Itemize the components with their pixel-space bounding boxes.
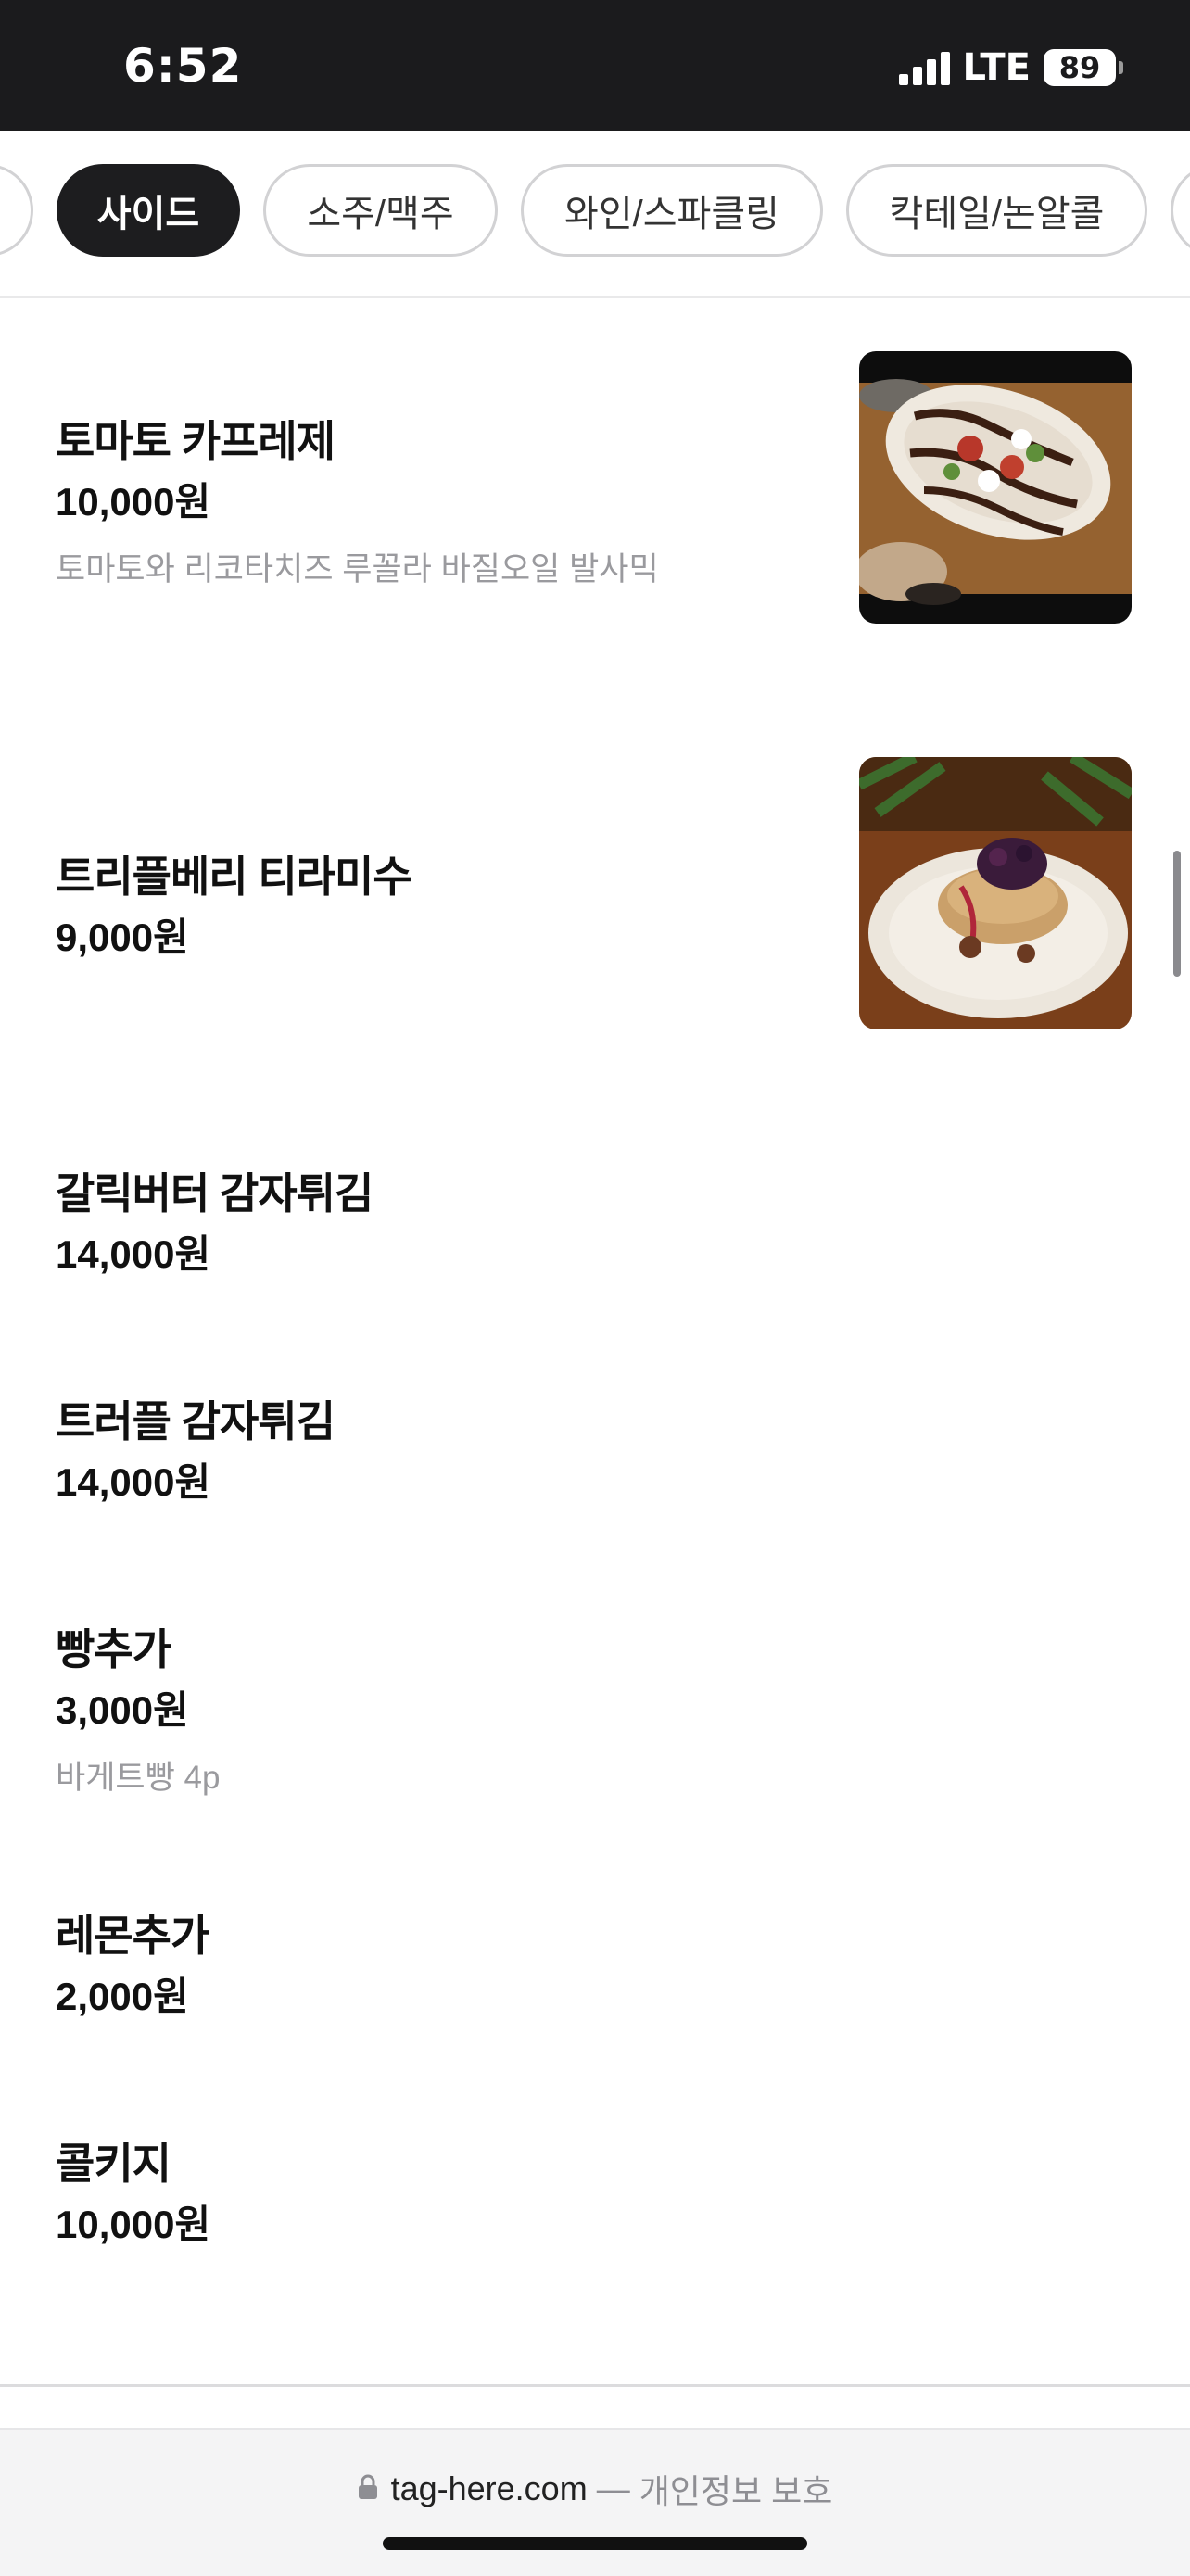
privacy-link[interactable]: 개인정보 보호 [639, 2465, 833, 2513]
item-name: 레몬추가 [56, 1912, 209, 1960]
cellular-signal-icon [898, 50, 950, 85]
lock-icon [358, 2469, 378, 2508]
tab-next[interactable] [1171, 164, 1190, 257]
bottom-divider [0, 2384, 1190, 2387]
tab-cocktail-nonalcohol[interactable]: 칵테일/논알콜 [846, 164, 1147, 257]
status-indicators: LTE 89 [898, 46, 1123, 89]
tab-side[interactable]: 사이드 [57, 164, 240, 257]
status-time: 6:52 [123, 39, 243, 93]
tab-label: 소주/맥주 [307, 194, 454, 234]
item-name: 토마토 카프레제 [56, 417, 335, 465]
battery-level: 89 [1058, 50, 1101, 85]
menu-item-extra-bread[interactable]: 빵추가 3,000원 바게트빵 4p [56, 1616, 1134, 1796]
menu-item-garlic-butter-fries[interactable]: 갈릭버터 감자튀김 14,000원 [56, 1160, 1134, 1281]
item-price: 3,000원 [56, 1688, 189, 1732]
item-price: 10,000원 [56, 480, 211, 524]
item-price: 2,000원 [56, 1975, 189, 2018]
url-text: tag-here.com [390, 2469, 588, 2507]
tab-label: 칵테일/논알콜 [889, 194, 1105, 234]
tab-previous[interactable] [0, 164, 33, 257]
item-name: 갈릭버터 감자튀김 [56, 1169, 373, 1218]
status-bar: 6:52 LTE 89 [0, 0, 1190, 131]
caprese-photo[interactable] [859, 351, 1132, 624]
item-name: 트러플 감자튀김 [56, 1397, 335, 1446]
tab-soju-beer[interactable]: 소주/맥주 [263, 164, 498, 257]
url-row[interactable]: tag-here.com — 개인정보 보호 [0, 2465, 1190, 2513]
url-separator: — [596, 2469, 630, 2507]
item-price: 14,000원 [56, 1232, 211, 1276]
item-description: 바게트빵 4p [56, 1760, 221, 1796]
home-indicator[interactable] [383, 2537, 807, 2550]
network-type: LTE [962, 46, 1031, 89]
tiramisu-photo[interactable] [859, 757, 1132, 1029]
item-name: 트리플베리 티라미수 [56, 852, 412, 901]
item-price: 10,000원 [56, 2203, 211, 2246]
tab-wine-sparkling[interactable]: 와인/스파클링 [521, 164, 823, 257]
item-name: 콜키지 [56, 2140, 171, 2188]
item-price: 9,000원 [56, 915, 189, 959]
browser-address-bar[interactable]: tag-here.com — 개인정보 보호 [0, 2428, 1190, 2576]
item-price: 14,000원 [56, 1460, 211, 1504]
item-description: 토마토와 리코타치즈 루꼴라 바질오일 발사믹 [56, 551, 659, 587]
menu-item-truffle-fries[interactable]: 트러플 감자튀김 14,000원 [56, 1388, 1134, 1509]
item-name: 빵추가 [56, 1625, 171, 1673]
battery-icon: 89 [1044, 49, 1123, 86]
menu-item-extra-lemon[interactable]: 레몬추가 2,000원 [56, 1902, 1134, 2023]
menu-item-corkage[interactable]: 콜키지 10,000원 [56, 2130, 1134, 2251]
tab-label: 와인/스파클링 [564, 194, 779, 234]
scrollbar[interactable] [1173, 851, 1181, 977]
tab-label: 사이드 [96, 194, 200, 234]
category-tabs: 사이드 소주/맥주 와인/스파클링 칵테일/논알콜 [0, 131, 1190, 298]
